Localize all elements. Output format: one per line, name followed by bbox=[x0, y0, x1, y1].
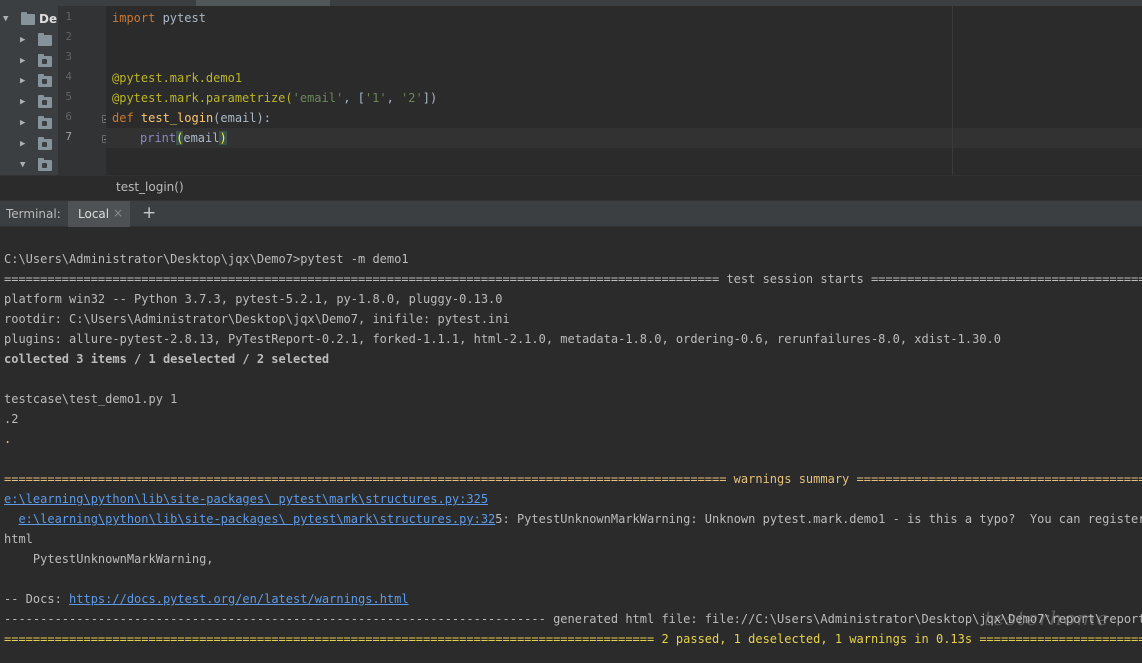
watermark: testerhome bbox=[984, 606, 1110, 630]
breadcrumb[interactable]: test_login() bbox=[116, 180, 184, 194]
terminal-file-link[interactable]: e:\learning\python\lib\site-packages\ py… bbox=[18, 512, 495, 526]
tree-item[interactable]: ▶ bbox=[0, 113, 58, 133]
terminal-line: plugins: allure-pytest-2.8.13, PyTestRep… bbox=[4, 332, 1001, 346]
docs-link[interactable]: https://docs.pytest.org/en/latest/warnin… bbox=[69, 592, 409, 606]
terminal-tab-local[interactable]: Local × bbox=[68, 201, 130, 227]
folder-icon bbox=[21, 12, 35, 25]
expand-down-icon[interactable]: ▼ bbox=[20, 160, 25, 170]
expand-right-icon[interactable]: ▶ bbox=[20, 97, 25, 107]
terminal-line: ========================================… bbox=[4, 472, 1142, 486]
terminal-line: PytestUnknownMarkWarning, bbox=[4, 552, 214, 566]
terminal-header: Terminal: Local × + bbox=[0, 200, 1142, 227]
expand-down-icon[interactable]: ▼ bbox=[3, 14, 8, 24]
line-number: 4 bbox=[65, 70, 72, 83]
tree-item[interactable]: ▶ bbox=[0, 30, 58, 50]
terminal-line: rootdir: C:\Users\Administrator\Desktop\… bbox=[4, 312, 510, 326]
terminal-output[interactable]: C:\Users\Administrator\Desktop\jqx\Demo7… bbox=[0, 228, 1142, 663]
package-folder-icon bbox=[38, 74, 52, 87]
terminal-line: e:\learning\python\lib\site-packages\ py… bbox=[18, 512, 1142, 526]
terminal-line: ========================================… bbox=[4, 272, 1142, 286]
package-folder-icon bbox=[38, 137, 52, 150]
tree-item[interactable]: ▶ bbox=[0, 92, 58, 112]
terminal-line: C:\Users\Administrator\Desktop\jqx\Demo7… bbox=[4, 252, 409, 266]
tree-item[interactable]: ▶ bbox=[0, 51, 58, 71]
package-folder-icon bbox=[38, 158, 52, 171]
package-folder-icon bbox=[38, 54, 52, 67]
expand-right-icon[interactable]: ▶ bbox=[20, 56, 25, 66]
expand-right-icon[interactable]: ▶ bbox=[20, 76, 25, 86]
add-terminal-icon[interactable]: + bbox=[142, 203, 156, 223]
terminal-line: platform win32 -- Python 3.7.3, pytest-5… bbox=[4, 292, 503, 306]
terminal-file-link[interactable]: e:\learning\python\lib\site-packages\ py… bbox=[4, 489, 488, 509]
close-icon[interactable]: × bbox=[113, 206, 123, 220]
package-folder-icon bbox=[38, 95, 52, 108]
line-number: 6 bbox=[65, 110, 72, 123]
terminal-title: Terminal: bbox=[6, 207, 61, 221]
tree-item[interactable]: ▼ bbox=[0, 155, 58, 175]
folder-icon bbox=[38, 33, 52, 46]
current-line-highlight bbox=[106, 128, 1142, 148]
breadcrumb-bar: test_login() bbox=[0, 175, 1142, 199]
code-line-4: @pytest.mark.demo1 bbox=[112, 71, 243, 85]
project-tree: ▼ De ▶ ▶ ▶ ▶ ▶ ▶ ▼ bbox=[0, 6, 58, 199]
terminal-line: -- Docs: https://docs.pytest.org/en/late… bbox=[4, 592, 409, 606]
expand-right-icon[interactable]: ▶ bbox=[20, 139, 25, 149]
code-editor[interactable]: import pytest @pytest.mark.demo1 @pytest… bbox=[106, 6, 1142, 175]
line-number: 5 bbox=[65, 90, 72, 103]
tree-root-label: De bbox=[39, 12, 58, 26]
terminal-line: testcase\test_demo1.py 1 bbox=[4, 392, 178, 406]
line-number-current: 7 bbox=[65, 130, 72, 143]
package-folder-icon bbox=[38, 116, 52, 129]
terminal-line: .2 bbox=[4, 412, 19, 426]
terminal-line: ----------------------------------------… bbox=[4, 612, 1142, 626]
terminal-tab-label: Local bbox=[78, 207, 110, 221]
terminal-summary-line: ========================================… bbox=[4, 632, 1142, 646]
tree-item[interactable]: ▶ bbox=[0, 134, 58, 154]
code-line-6: def test_login(email): bbox=[112, 111, 271, 125]
tree-item-root[interactable]: ▼ De bbox=[0, 9, 58, 29]
right-margin-guide bbox=[952, 6, 953, 175]
tree-item[interactable]: ▶ bbox=[0, 71, 58, 91]
expand-right-icon[interactable]: ▶ bbox=[20, 118, 25, 128]
terminal-line: html bbox=[4, 532, 33, 546]
editor-gutter: 1 2 3 4 5 6 7 bbox=[58, 6, 110, 175]
terminal-line: collected 3 items / 1 deselected / 2 sel… bbox=[4, 352, 330, 366]
expand-right-icon[interactable]: ▶ bbox=[20, 35, 25, 45]
code-line-1: import pytest bbox=[112, 11, 206, 25]
line-number: 2 bbox=[65, 30, 72, 43]
code-line-7: print(email) bbox=[140, 131, 227, 145]
line-number: 1 bbox=[65, 10, 72, 23]
terminal-line: . bbox=[4, 432, 12, 446]
line-number: 3 bbox=[65, 50, 72, 63]
code-line-5: @pytest.mark.parametrize('email', ['1', … bbox=[112, 91, 438, 105]
